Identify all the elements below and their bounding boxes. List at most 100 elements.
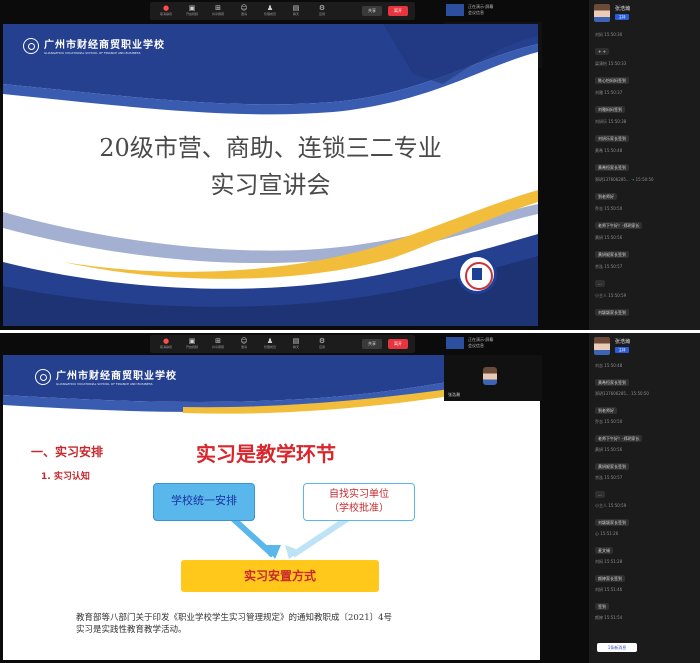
school-logo: 广州市财经商贸职业学校 GUANGZHOU VOCATIONAL SCHOOL … [35, 367, 177, 386]
chat-button[interactable]: ▤ 聊天 [284, 4, 308, 18]
members-icon: ♟ [266, 4, 274, 12]
slide-title-line2: 实习宣讲会 [210, 171, 331, 199]
share-screen-icon: ⊞ [215, 4, 221, 12]
video-label: 开启视频 [185, 345, 198, 349]
invite-button[interactable]: ☺ 邀请 [232, 337, 256, 351]
share-button[interactable]: 共享 [362, 6, 382, 16]
slide-title-line1: 20级市营、商助、连锁三二专业 [99, 134, 442, 162]
sub-heading: 1. 实习认知 [41, 472, 90, 482]
chat-message-text: 刘雅妈妈签到 [595, 106, 625, 113]
members-icon: ♟ [266, 337, 274, 345]
school-emblem-icon [23, 37, 39, 54]
chat-message-text: ... [595, 491, 605, 498]
chat-message[interactable]: 余泓 15:50:57 ... [595, 264, 695, 289]
chat-message[interactable]: 刘妍乐 15:50:38 刘妍乐家长签到 [595, 119, 695, 144]
chat-message-text: 老师下午好！-郑玥家长 [595, 435, 643, 442]
chat-message-text: 陈心怡妈妈签到 [595, 77, 629, 84]
main-topic: 实习是教学环节 [196, 442, 336, 466]
chat-message[interactable]: 郑玥137606285... → 15:50:50 到老师好 [595, 177, 695, 202]
host-avatar [594, 337, 610, 355]
members-label: 管理成员 [263, 345, 276, 349]
chat-message-text: + + [595, 48, 609, 55]
apps-button[interactable]: ⚙ 应用 [310, 4, 334, 18]
invite-icon: ☺ [240, 4, 248, 12]
meeting-window-bottom: ● 取消静音 ▣ 开启视频 ⊞ 共享屏幕 ☺ 邀请 ♟ 管理成员 ▤ 聊天 ⚙ … [0, 333, 700, 663]
host-badge: 主持 [615, 14, 629, 20]
chat-message-text: 颜婷家长签到 [595, 575, 625, 582]
chat-icon: ▤ [292, 4, 300, 12]
share-screen-button[interactable]: ⊞ 共享屏幕 [206, 4, 230, 18]
video-label: 开启视频 [185, 12, 198, 16]
chat-panel[interactable]: 张浩瀚 主持 刘妈 15:50:30 + + 梁清怡 15:50:33 陈心怡妈… [589, 0, 700, 330]
chat-message[interactable]: 心 15:51:26 麦文锡 [595, 531, 695, 556]
box-self-found: 自找实习单位 （学校批准） [303, 483, 415, 521]
gear-icon: ⚙ [318, 337, 326, 345]
chat-message[interactable]: 乔志 15:50:50 老师下午好！-郑玥家长 [595, 206, 695, 231]
chat-message-text: 麦文锡 [595, 547, 613, 554]
meeting-info-text: 正在演示·屏幕 会议信息 [468, 337, 494, 348]
leave-button[interactable]: 离开 [388, 339, 408, 349]
invite-button[interactable]: ☺ 邀请 [232, 4, 256, 18]
chat-message[interactable]: 郑玥137606285... 15:50:50 到老师好 [595, 391, 695, 416]
chat-message[interactable]: 乔志 15:50:50 老师下午好！-郑玥家长 [595, 419, 695, 444]
camera-icon: ▣ [188, 337, 196, 345]
mute-label: 取消静音 [159, 12, 172, 16]
share-screen-label: 共享屏幕 [211, 12, 224, 16]
chat-message[interactable]: 小主人 15:50:59 刘颖颖家长签到 [595, 503, 695, 528]
share-screen-icon: ⊞ [215, 337, 221, 345]
mute-button[interactable]: ● 取消静音 [154, 337, 178, 351]
chat-message-text: 到老师好 [595, 407, 617, 414]
invite-label: 邀请 [240, 12, 247, 16]
leave-button[interactable]: 离开 [388, 6, 408, 16]
camera-icon: ▣ [188, 4, 196, 12]
video-button[interactable]: ▣ 开启视频 [180, 337, 204, 351]
chat-message[interactable]: 黄妍 15:50:56 黄妍妮家长签到 [595, 235, 695, 260]
chat-message[interactable]: 刘志 15:50:48 黄希恒家长签到 [595, 363, 695, 388]
chat-message-text: 黄希恒家长签到 [595, 379, 629, 386]
chat-message[interactable]: 颜婷 15:51:54 [595, 615, 695, 621]
new-messages-button[interactable]: 1条新消息 [597, 643, 637, 652]
presentation-slide-title: 广州市财经商贸职业学校 GUANGZHOU VOCATIONAL SCHOOL … [3, 24, 538, 326]
mute-button[interactable]: ● 取消静音 [154, 4, 178, 18]
chat-button[interactable]: ▤ 聊天 [284, 337, 308, 351]
chat-label: 聊天 [292, 345, 299, 349]
chat-header: 张浩瀚 主持 [589, 333, 700, 359]
chat-message[interactable]: 刘妈 15:51:28 颜婷家长签到 [595, 559, 695, 584]
school-name-english: GUANGZHOU VOCATIONAL SCHOOL OF FINANCE A… [56, 382, 153, 386]
chat-message[interactable]: 刘妍 15:51:46 签到 [595, 587, 695, 612]
screen-thumbnail [446, 337, 464, 349]
self-view-name: 张浩瀚 [448, 392, 460, 397]
chat-message-text: 黄妍妮家长签到 [595, 463, 629, 470]
chat-message[interactable]: 小主人 15:50:59 刘颖颖家长签到 [595, 293, 695, 318]
chat-message[interactable]: 梁清怡 15:50:33 陈心怡妈妈签到 [595, 61, 695, 86]
chat-message-text: 签到 [595, 603, 609, 610]
host-name: 张浩瀚 [615, 6, 631, 12]
meeting-info[interactable]: 正在演示·屏幕 会议信息 [446, 335, 536, 353]
participant-avatar [483, 367, 497, 385]
share-button[interactable]: 共享 [362, 339, 382, 349]
chat-message[interactable]: 黄妍 15:50:56 黄妍妮家长签到 [595, 447, 695, 472]
chat-message[interactable]: 刘妈 15:50:30 + + [595, 32, 695, 57]
chat-message[interactable]: 黄希 15:50:48 黄希恒家长签到 [595, 148, 695, 173]
self-video-view[interactable]: 张浩瀚 [444, 355, 542, 401]
host-avatar [594, 4, 610, 22]
apps-label: 应用 [318, 345, 325, 349]
chat-message[interactable]: 余泓 15:50:57 ... [595, 475, 695, 500]
policy-text: 教育部等八部门关于印发《职业学校学生实习管理规定》的通知教职成〔2021〕4号 … [76, 613, 393, 635]
meeting-info[interactable]: 正在演示·屏幕 会议信息 [446, 2, 536, 20]
gear-icon: ⚙ [318, 4, 326, 12]
members-button[interactable]: ♟ 管理成员 [258, 4, 282, 18]
members-button[interactable]: ♟ 管理成员 [258, 337, 282, 351]
chat-panel[interactable]: 张浩瀚 主持 刘志 15:50:48 黄希恒家长签到 郑玥137606285..… [589, 333, 700, 663]
apps-button[interactable]: ⚙ 应用 [310, 337, 334, 351]
section-heading: 一、实习安排 [31, 445, 104, 459]
school-logo: 广州市财经商贸职业学校 GUANGZHOU VOCATIONAL SCHOOL … [23, 36, 165, 55]
members-label: 管理成员 [263, 12, 276, 16]
chat-icon: ▤ [292, 337, 300, 345]
school-emblem-icon [35, 368, 51, 385]
video-button[interactable]: ▣ 开启视频 [180, 4, 204, 18]
meeting-info-text: 正在演示·屏幕 会议信息 [468, 4, 494, 15]
chat-message-text: 刘颖颖家长签到 [595, 519, 629, 526]
chat-message[interactable]: 刘雅 15:50:37 刘雅妈妈签到 [595, 90, 695, 115]
share-screen-button[interactable]: ⊞ 共享屏幕 [206, 337, 230, 351]
